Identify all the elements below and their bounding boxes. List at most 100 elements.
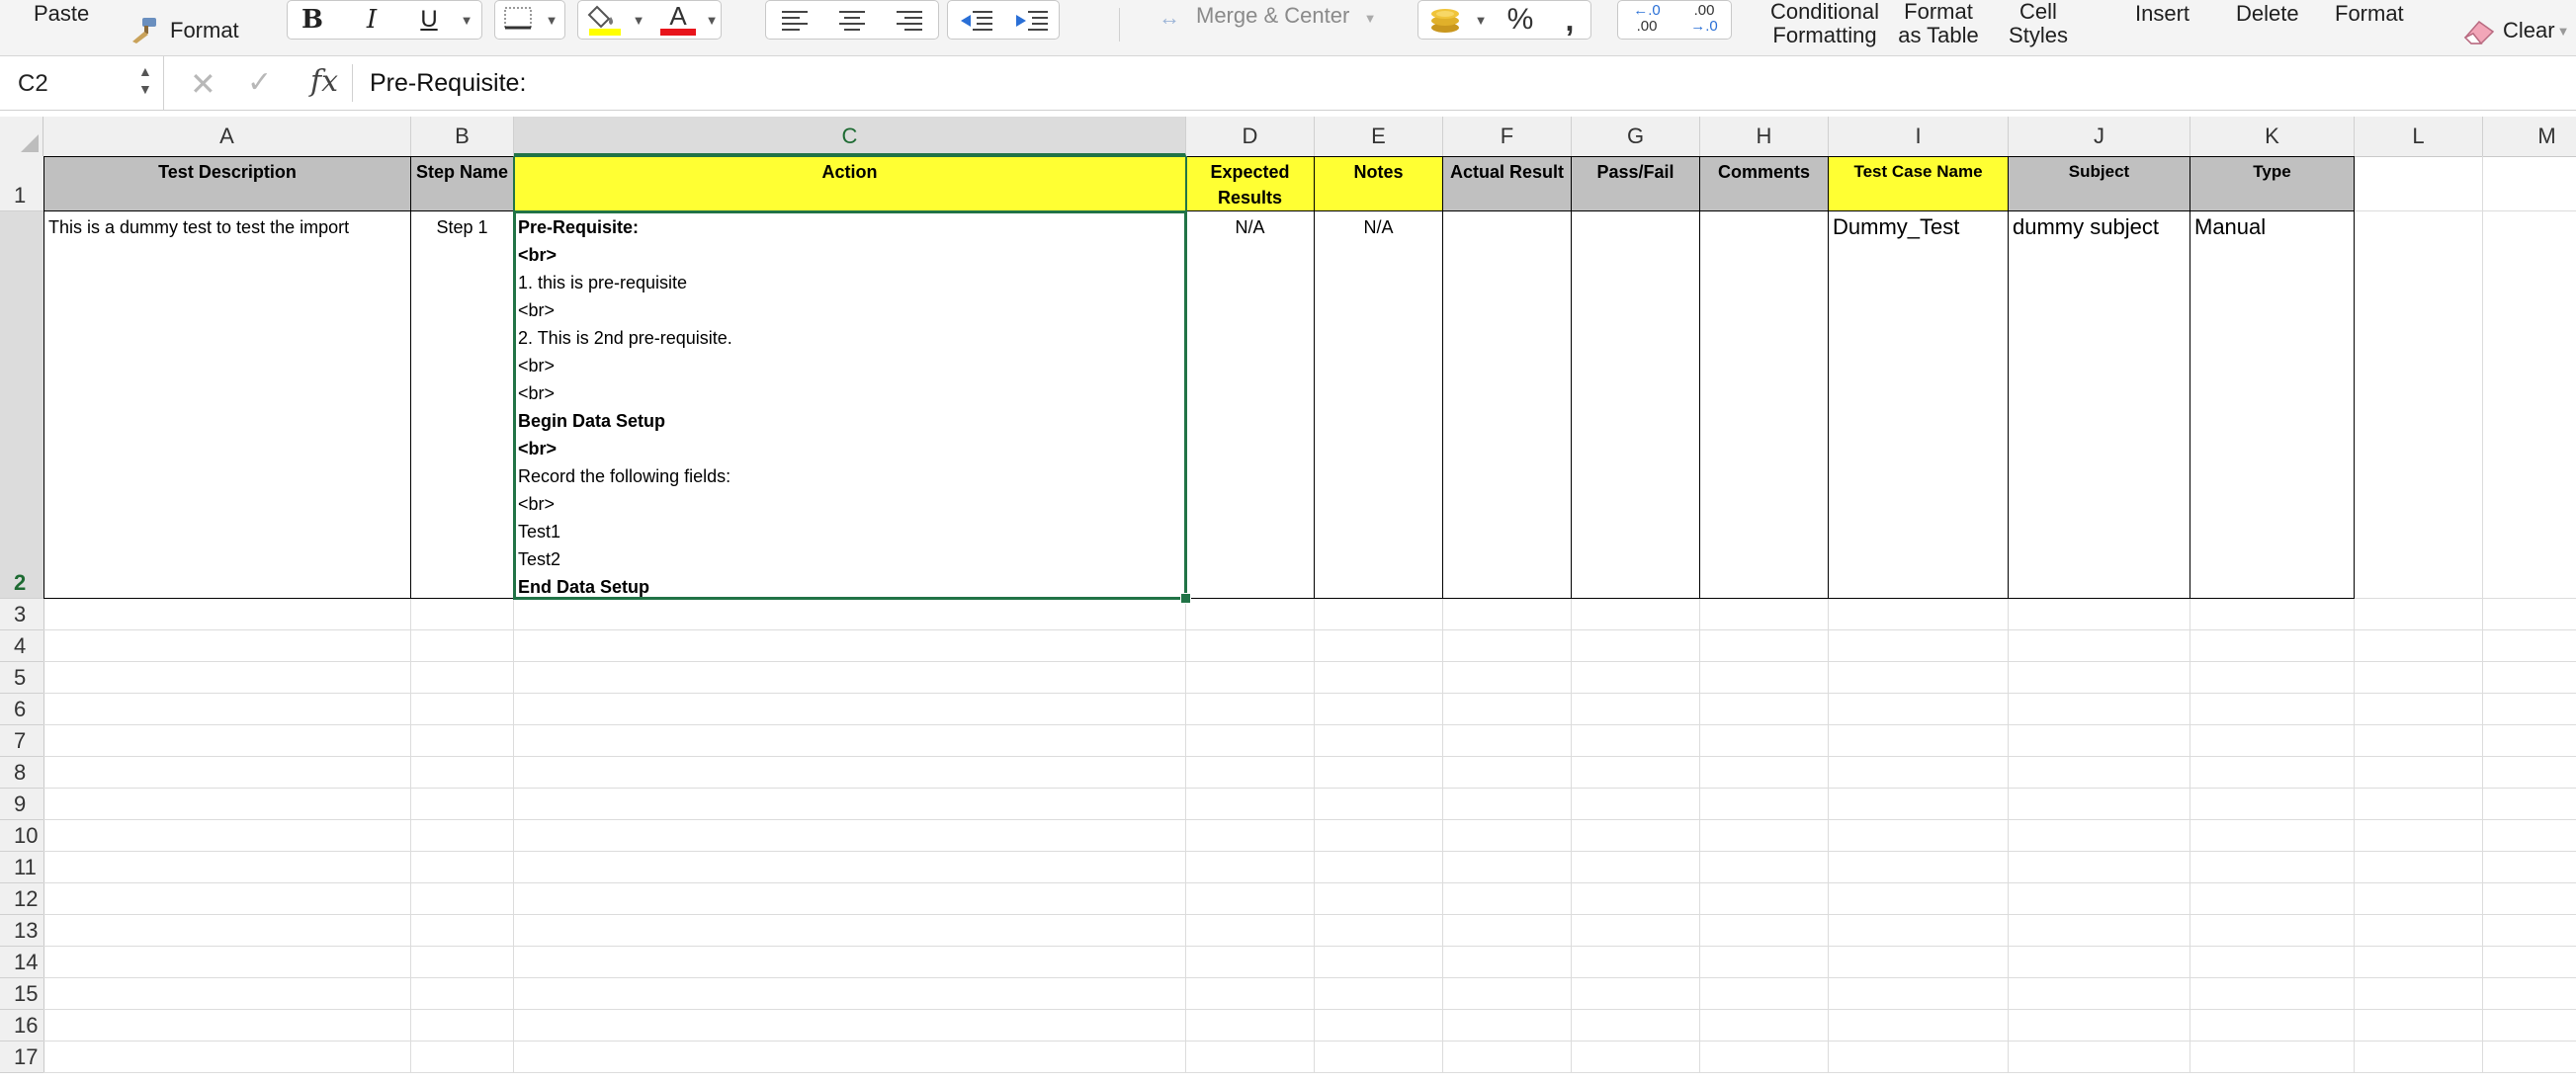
borders-dropdown-icon[interactable]: ▼	[540, 2, 563, 38]
header-cell-f[interactable]: Actual Result	[1443, 156, 1572, 211]
data-cell-i2[interactable]: Dummy_Test	[1829, 211, 2009, 599]
header-cell-b[interactable]: Step Name	[411, 156, 514, 211]
data-cell-k2[interactable]: Manual	[2190, 211, 2355, 599]
data-cell-h2[interactable]	[1700, 211, 1829, 599]
column-header-j[interactable]: J	[2009, 117, 2190, 156]
align-center-icon[interactable]	[830, 4, 874, 36]
clear-button[interactable]: Clear	[2503, 19, 2555, 42]
row-header-4[interactable]: 4	[0, 630, 43, 662]
column-header-f[interactable]: F	[1443, 117, 1572, 156]
row-header-5[interactable]: 5	[0, 662, 43, 694]
merge-center-dropdown-icon[interactable]: ▼	[1360, 2, 1380, 34]
insert-function-icon[interactable]: fx	[310, 64, 338, 99]
row-header-6[interactable]: 6	[0, 694, 43, 725]
comma-style-button[interactable]: ,	[1552, 2, 1588, 38]
conditional-formatting-button[interactable]: Conditional Formatting	[1765, 0, 1884, 47]
align-right-icon[interactable]	[888, 4, 931, 36]
column-header-m[interactable]: M	[2483, 117, 2576, 156]
header-cell-j[interactable]: Subject	[2009, 156, 2190, 211]
underline-dropdown-icon[interactable]: ▼	[455, 2, 478, 38]
column-header-g[interactable]: G	[1572, 117, 1700, 156]
data-cell-f2[interactable]	[1443, 211, 1572, 599]
column-header-d[interactable]: D	[1186, 117, 1315, 156]
row-header-17[interactable]: 17	[0, 1041, 43, 1073]
decrease-indent-icon[interactable]	[953, 4, 1000, 36]
data-cell-g2[interactable]	[1572, 211, 1700, 599]
column-header-a[interactable]: A	[43, 117, 411, 156]
row-header-14[interactable]: 14	[0, 947, 43, 978]
align-left-icon[interactable]	[773, 4, 816, 36]
data-cell-a2[interactable]: This is a dummy test to test the import	[43, 211, 411, 599]
gridline-row	[43, 629, 2576, 630]
data-cell-b2[interactable]: Step 1	[411, 211, 514, 599]
format-as-table-button[interactable]: Format as Table	[1894, 0, 1983, 47]
font-color-swatch	[660, 28, 696, 36]
row-header-2[interactable]: 2	[0, 211, 43, 599]
cancel-edit-icon[interactable]: ✕	[190, 65, 216, 103]
data-cell-d2[interactable]: N/A	[1186, 211, 1315, 599]
increase-indent-icon[interactable]	[1008, 4, 1056, 36]
row-number: 15	[14, 981, 39, 1006]
header-cell-g[interactable]: Pass/Fail	[1572, 156, 1700, 211]
column-header-h[interactable]: H	[1700, 117, 1829, 156]
name-box-stepper-icon[interactable]: ▲ ▼	[138, 62, 152, 98]
row-header-10[interactable]: 10	[0, 820, 43, 852]
currency-dropdown-icon[interactable]: ▼	[1471, 2, 1491, 38]
column-header-l[interactable]: L	[2355, 117, 2483, 156]
header-cell-a[interactable]: Test Description	[43, 156, 411, 211]
row-header-9[interactable]: 9	[0, 789, 43, 820]
row-header-1[interactable]: 1	[0, 156, 43, 211]
font-color-dropdown-icon[interactable]: ▼	[702, 2, 722, 38]
clear-dropdown-icon[interactable]: ▼	[2554, 20, 2572, 42]
header-cell-d[interactable]: Expected Results	[1186, 156, 1315, 211]
column-header-c[interactable]: C	[514, 117, 1186, 156]
row-header-13[interactable]: 13	[0, 915, 43, 947]
row-header-7[interactable]: 7	[0, 725, 43, 757]
row-header-15[interactable]: 15	[0, 978, 43, 1010]
data-cell-e2[interactable]: N/A	[1315, 211, 1443, 599]
italic-button[interactable]: I	[352, 2, 391, 38]
header-cell-e[interactable]: Notes	[1315, 156, 1443, 211]
decrease-decimal-button[interactable]: .00 →.0	[1680, 0, 1728, 38]
fill-color-icon[interactable]	[583, 0, 627, 38]
format-painter-button[interactable]: Format	[170, 19, 239, 42]
column-header-k[interactable]: K	[2190, 117, 2355, 156]
paste-button[interactable]: Paste	[34, 2, 89, 26]
formula-input[interactable]: Pre-Requisite:	[370, 69, 526, 98]
confirm-edit-icon[interactable]: ✓	[247, 65, 272, 100]
name-box[interactable]: C2 ▲ ▼	[0, 56, 164, 110]
percent-button[interactable]: %	[1499, 2, 1542, 38]
currency-format-icon[interactable]	[1421, 0, 1469, 38]
eraser-icon[interactable]	[2459, 14, 2499, 47]
action-line: <br>	[518, 383, 556, 403]
column-header-i[interactable]: I	[1829, 117, 2009, 156]
row-header-16[interactable]: 16	[0, 1010, 43, 1041]
data-cell-j2[interactable]: dummy subject	[2009, 211, 2190, 599]
underline-button[interactable]: U	[409, 2, 449, 38]
row-header-3[interactable]: 3	[0, 599, 43, 630]
row-header-8[interactable]: 8	[0, 757, 43, 789]
insert-button[interactable]: Insert	[2135, 2, 2190, 26]
select-all-corner[interactable]	[0, 117, 43, 156]
fill-color-dropdown-icon[interactable]: ▼	[629, 2, 648, 38]
fill-handle[interactable]	[1180, 593, 1191, 604]
header-cell-i[interactable]: Test Case Name	[1829, 156, 2009, 211]
row-header-12[interactable]: 12	[0, 883, 43, 915]
cell-styles-button[interactable]: Cell Styles	[1999, 0, 2078, 47]
row-header-11[interactable]: 11	[0, 852, 43, 883]
column-header-e[interactable]: E	[1315, 117, 1443, 156]
gridline-row	[43, 756, 2576, 757]
borders-icon[interactable]	[500, 4, 536, 34]
data-cell-c2[interactable]: Pre-Requisite: <br> 1. this is pre-requisi…	[514, 211, 1186, 599]
format-button[interactable]: Format	[2335, 2, 2404, 26]
header-cell-h[interactable]: Comments	[1700, 156, 1829, 211]
header-cell-k[interactable]: Type	[2190, 156, 2355, 211]
bold-button[interactable]: B	[293, 2, 332, 38]
format-painter-icon[interactable]	[127, 14, 162, 45]
font-color-button[interactable]: A	[656, 0, 700, 38]
column-header-b[interactable]: B	[411, 117, 514, 156]
increase-decimal-button[interactable]: ←.0 .00	[1623, 0, 1671, 38]
merge-center-icon[interactable]: ↔	[1153, 2, 1186, 34]
delete-button[interactable]: Delete	[2236, 2, 2299, 26]
merge-center-button[interactable]: Merge & Center	[1196, 4, 1349, 28]
